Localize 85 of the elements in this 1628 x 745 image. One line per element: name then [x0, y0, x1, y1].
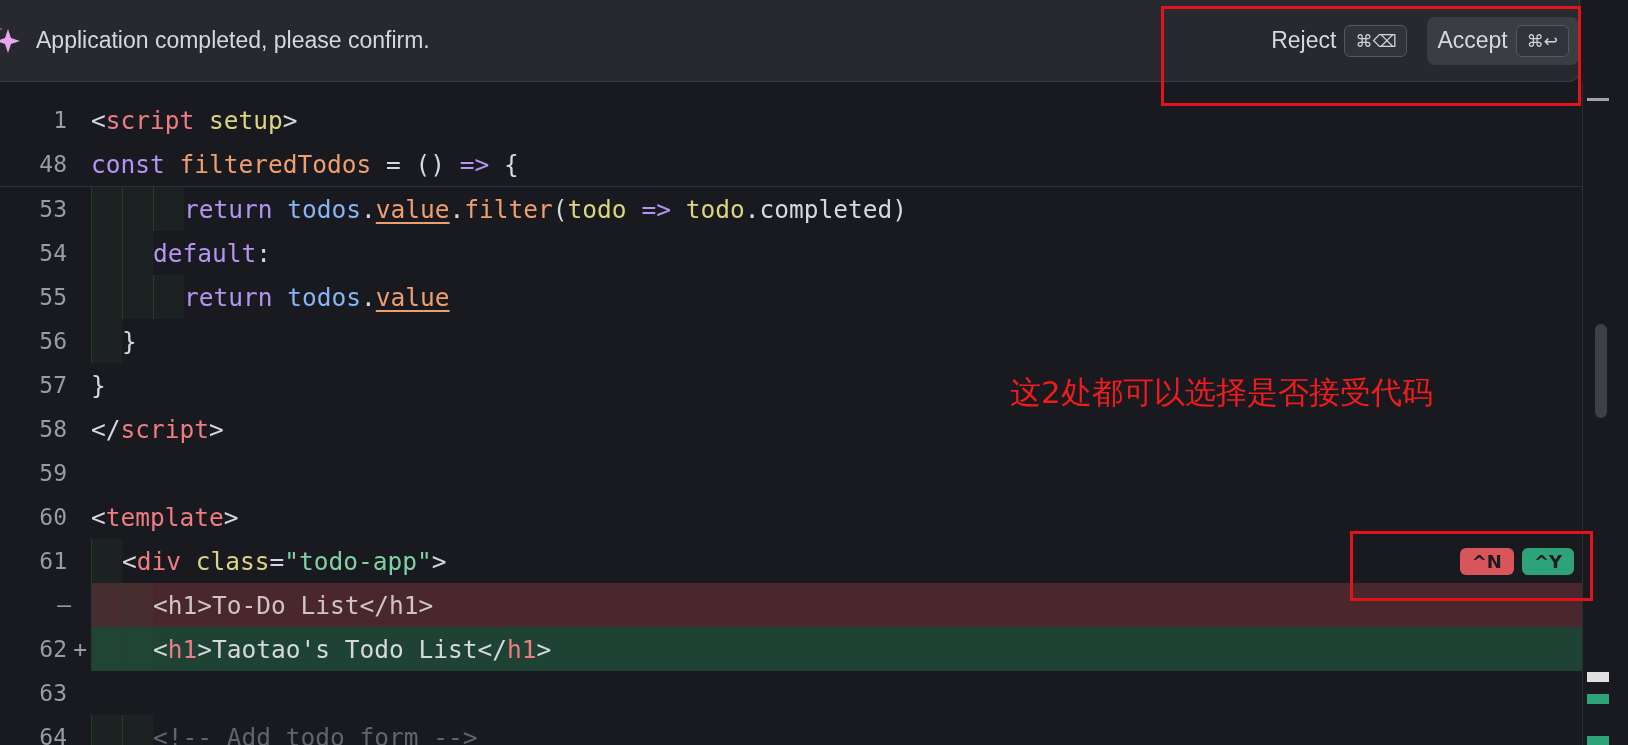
- hunk-button[interactable]: ^N: [1459, 547, 1514, 575]
- shortcut-key: ⌘⌫: [1344, 24, 1408, 57]
- banner-message: Application completed, please confirm.: [36, 27, 430, 54]
- line-number: 63: [39, 680, 67, 706]
- line-number: 55: [39, 284, 67, 310]
- code-text: }: [91, 370, 106, 400]
- banner-button[interactable]: Reject ⌘⌫: [1261, 16, 1418, 65]
- string-literal: "todo-app": [284, 546, 432, 576]
- line-number: 61: [39, 548, 67, 574]
- keyword: return: [184, 282, 273, 312]
- indent-guide: [91, 319, 122, 363]
- code-text: .: [361, 282, 376, 312]
- function-name: filteredTodos: [178, 149, 372, 179]
- code-text: {: [503, 149, 519, 179]
- tag-name: script: [105, 105, 195, 135]
- identifier: setup: [208, 105, 283, 135]
- code-text: >: [209, 414, 224, 444]
- code-text: <: [91, 105, 106, 135]
- code-text: >: [431, 546, 447, 576]
- code-text: (: [552, 194, 568, 224]
- indent-guide: [122, 275, 153, 319]
- minimap-marker: [1587, 694, 1609, 704]
- identifier: todo: [567, 194, 627, 224]
- code-text: >: [223, 502, 239, 532]
- banner-button[interactable]: Accept ⌘↩: [1427, 16, 1579, 65]
- function-name: filter: [464, 194, 553, 224]
- keyword: =>: [459, 149, 490, 179]
- code-comment: <!-- Add todo form -->: [153, 722, 478, 745]
- keyword: return: [184, 194, 273, 224]
- variable: todos: [286, 282, 362, 312]
- code-text: .completed): [744, 194, 907, 224]
- tag-name: script: [120, 414, 210, 444]
- line-number: 59: [39, 460, 67, 486]
- indent-guide: [153, 187, 184, 231]
- minimap-marker: [1587, 672, 1609, 682]
- keyword: default: [153, 238, 257, 268]
- line-number: 1: [53, 107, 67, 133]
- indent-guide: [91, 539, 122, 583]
- scrollbar-thumb[interactable]: [1595, 324, 1607, 418]
- minimap-marker: [1587, 736, 1609, 745]
- property-reference: value: [375, 282, 450, 312]
- code-text: .: [449, 194, 465, 224]
- diff-marker: +: [73, 636, 87, 662]
- identifier: class: [194, 546, 270, 576]
- code-text: >Taotao's Todo List</: [197, 634, 508, 664]
- code-text: = (): [385, 149, 447, 179]
- code-text: >: [536, 634, 552, 664]
- line-number: 64: [39, 724, 67, 745]
- tag-name: div: [136, 546, 182, 576]
- identifier: todo: [684, 194, 745, 224]
- indent-guide: [122, 583, 153, 627]
- indent-guide: [122, 187, 153, 231]
- line-number: 58: [39, 416, 67, 442]
- code-text: :: [256, 238, 272, 268]
- minimap-marker: [1587, 98, 1609, 101]
- code-text: =: [269, 546, 285, 576]
- keyword: =>: [640, 194, 671, 224]
- tag-name: h1: [167, 634, 198, 664]
- line-number: 53: [39, 196, 67, 222]
- shortcut-key: ⌘↩: [1515, 24, 1569, 57]
- code-text: <: [91, 502, 106, 532]
- code-text: >: [282, 105, 298, 135]
- code-text: }: [122, 326, 137, 356]
- line-number: 62: [39, 636, 67, 662]
- hunk-button[interactable]: ^Y: [1521, 547, 1574, 575]
- indent-guide: [91, 187, 122, 231]
- indent-guide: [91, 583, 122, 627]
- indent-guide: [153, 275, 184, 319]
- property-reference: value: [375, 194, 450, 224]
- diff-marker: —: [57, 592, 71, 618]
- annotation-note: 这2处都可以选择是否接受代码: [1010, 373, 1433, 412]
- code-text: <: [153, 634, 168, 664]
- line-number: 56: [39, 328, 67, 354]
- tag-name: template: [105, 502, 224, 532]
- code-text: <h1>To-Do List</h1>: [153, 590, 434, 620]
- keyword: const: [91, 149, 165, 179]
- tag-name: h1: [507, 634, 537, 664]
- code-text: </: [91, 414, 121, 444]
- line-number: 57: [39, 372, 67, 398]
- line-number: 48: [39, 151, 67, 177]
- variable: todos: [286, 194, 362, 224]
- line-number: 60: [39, 504, 67, 530]
- code-text: <: [122, 546, 137, 576]
- line-number: 54: [39, 240, 67, 266]
- code-text: .: [361, 194, 376, 224]
